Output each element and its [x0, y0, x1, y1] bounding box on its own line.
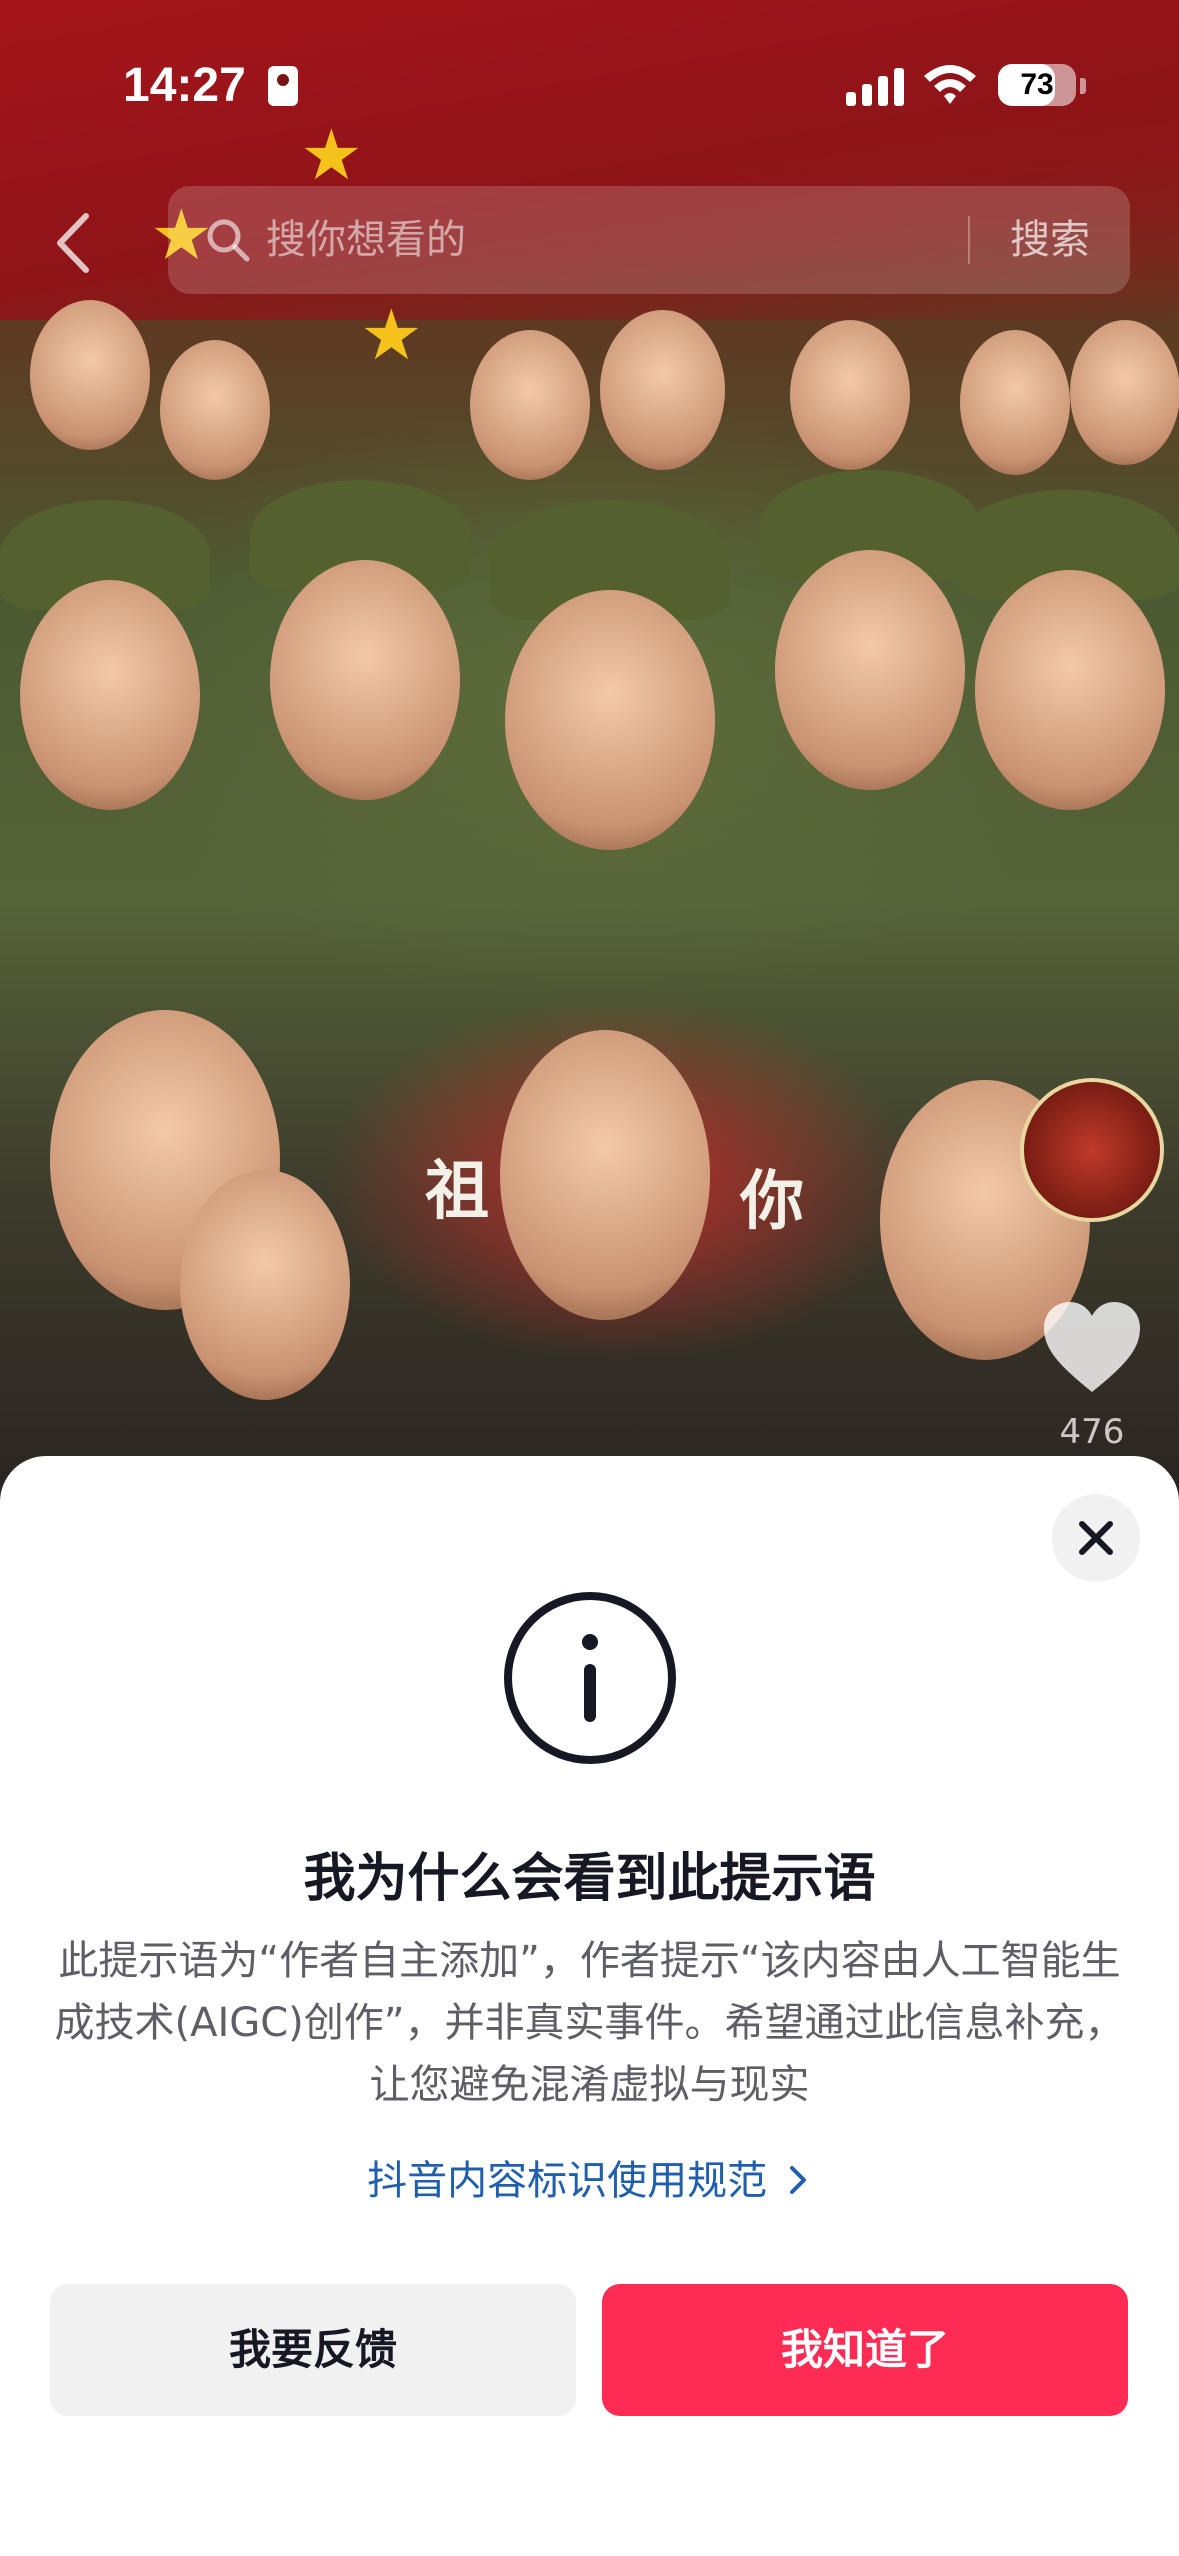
link-label: 抖音内容标识使用规范 [367, 2158, 768, 2204]
got-it-button[interactable]: 我知道了 [602, 2284, 1128, 2416]
person-face [160, 340, 270, 480]
search-input[interactable] [266, 186, 1046, 294]
wifi-icon [924, 65, 976, 104]
soldier-face [505, 590, 715, 850]
sheet-body: 此提示语为“作者自主添加”，作者提示“该内容由人工智能生成技术(AIGC)创作”… [54, 1938, 1125, 2108]
status-bar: 14:27 73 [0, 0, 1179, 150]
battery-icon: 73 [998, 64, 1076, 106]
chevron-right-icon [789, 2166, 806, 2194]
search-button[interactable]: 搜索 [990, 186, 1110, 294]
creator-avatar[interactable] [1020, 1078, 1164, 1222]
overlay-text-right: 你 [740, 1165, 804, 1239]
close-icon [1079, 1521, 1113, 1555]
search-divider [968, 216, 970, 264]
person-face [790, 320, 910, 470]
person-face [500, 1030, 710, 1320]
overlay-text-left: 祖 [425, 1155, 489, 1229]
content-label-policy-link[interactable]: 抖音内容标识使用规范 [0, 2148, 1179, 2206]
battery-tip [1080, 78, 1086, 94]
person-id-icon [268, 66, 298, 106]
sheet-title: 我为什么会看到此提示语 [303, 1849, 876, 1909]
status-time: 14:27 [123, 59, 246, 112]
soldier-face [270, 560, 460, 800]
search-icon [207, 219, 250, 262]
back-chevron-icon[interactable] [46, 208, 106, 278]
close-button[interactable] [1052, 1494, 1140, 1582]
signal-icon [846, 66, 906, 106]
like-count: 476 [1059, 1412, 1125, 1452]
info-icon [504, 1592, 676, 1764]
person-face [960, 330, 1070, 475]
search-bar[interactable]: 搜索 [168, 186, 1130, 294]
feedback-button[interactable]: 我要反馈 [50, 2284, 576, 2416]
soldier-face [975, 570, 1165, 810]
person-face [180, 1170, 350, 1400]
soldier-face [20, 580, 200, 810]
star-decoration: ★ [360, 294, 423, 376]
person-face [600, 310, 725, 470]
person-face [470, 330, 590, 480]
person-face [30, 300, 150, 450]
heart-icon[interactable] [1040, 1300, 1144, 1396]
person-face [1070, 320, 1179, 465]
soldier-face [775, 550, 965, 790]
battery-level: 73 [1020, 68, 1054, 101]
